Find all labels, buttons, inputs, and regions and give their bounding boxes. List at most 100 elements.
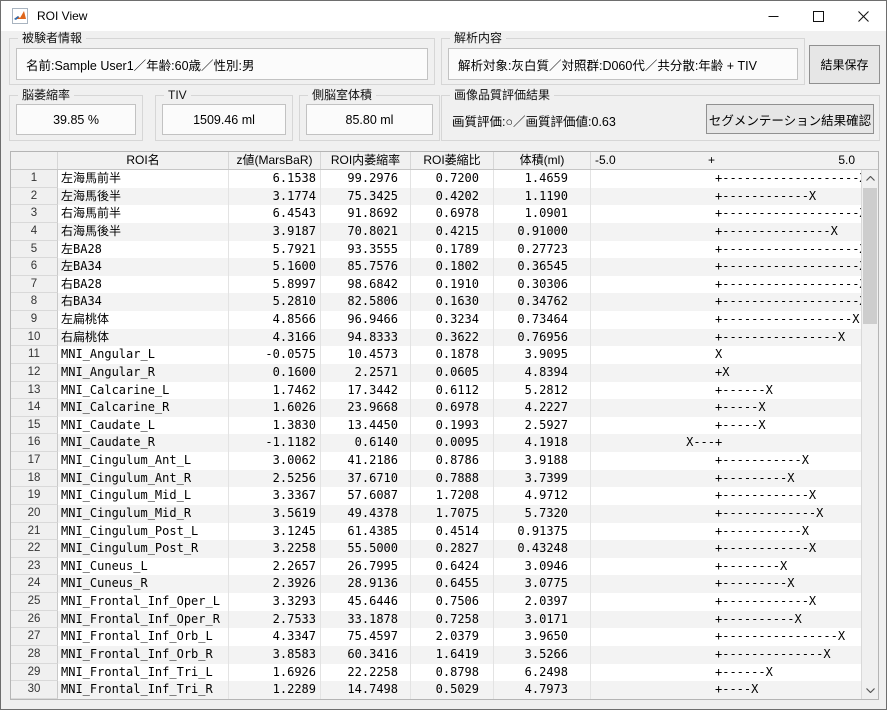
cell-roi-ratio[interactable]: 0.6978 (411, 205, 494, 223)
cell-roi-atrophy[interactable]: 55.5000 (321, 540, 411, 558)
table-row[interactable]: 13MNI_Calcarine_L1.746217.34420.61125.28… (11, 382, 861, 400)
cell-roi-name[interactable]: 右BA34 (58, 293, 229, 311)
cell-roi-ratio[interactable]: 0.3622 (411, 329, 494, 347)
cell-roi-atrophy[interactable]: 13.4450 (321, 417, 411, 435)
cell-z-value[interactable]: 3.8583 (229, 646, 321, 664)
cell-roi-name[interactable]: MNI_Frontal_Inf_Orb_R (58, 646, 229, 664)
table-row[interactable]: 23MNI_Cuneus_L2.265726.79950.64243.0946+… (11, 558, 861, 576)
table-row[interactable]: 10右扁桃体4.316694.83330.36220.76956+-------… (11, 329, 861, 347)
cell-volume[interactable]: 1.0901 (494, 205, 591, 223)
cell-volume[interactable]: 6.2498 (494, 664, 591, 682)
cell-roi-ratio[interactable]: 0.7888 (411, 470, 494, 488)
cell-z-value[interactable]: 2.7533 (229, 611, 321, 629)
table-row[interactable]: 8右BA345.281082.58060.16300.34762+-------… (11, 293, 861, 311)
cell-z-plot[interactable]: X---+ (591, 434, 861, 452)
cell-roi-name[interactable]: MNI_Cingulum_Ant_R (58, 470, 229, 488)
cell-z-value[interactable]: 2.3926 (229, 575, 321, 593)
table-row[interactable]: 18MNI_Cingulum_Ant_R2.525637.67100.78883… (11, 470, 861, 488)
cell-roi-ratio[interactable]: 0.5029 (411, 681, 494, 699)
cell-z-value[interactable]: -1.1182 (229, 434, 321, 452)
table-row[interactable]: 19MNI_Cingulum_Mid_L3.336757.60871.72084… (11, 487, 861, 505)
cell-volume[interactable]: 0.36545 (494, 258, 591, 276)
cell-z-plot[interactable]: +-------------------X (591, 170, 861, 188)
cell-roi-ratio[interactable]: 0.1993 (411, 417, 494, 435)
cell-row-number[interactable]: 20 (11, 505, 58, 523)
table-row[interactable]: 6左BA345.160085.75760.18020.36545+-------… (11, 258, 861, 276)
cell-volume[interactable]: 0.27723 (494, 241, 591, 259)
cell-roi-name[interactable]: MNI_Caudate_R (58, 434, 229, 452)
table-row[interactable]: 24MNI_Cuneus_R2.392628.91360.64553.0775+… (11, 575, 861, 593)
cell-z-value[interactable]: 4.3166 (229, 329, 321, 347)
cell-z-plot[interactable]: +------X (591, 664, 861, 682)
cell-z-plot[interactable]: +----------------X (591, 329, 861, 347)
cell-z-plot[interactable]: +-----------X (591, 452, 861, 470)
cell-row-number[interactable]: 15 (11, 417, 58, 435)
cell-row-number[interactable]: 30 (11, 681, 58, 699)
cell-roi-ratio[interactable]: 0.0605 (411, 364, 494, 382)
cell-z-value[interactable]: 5.7921 (229, 241, 321, 259)
cell-z-value[interactable]: 0.1600 (229, 364, 321, 382)
cell-z-plot[interactable]: +-----X (591, 417, 861, 435)
cell-roi-ratio[interactable]: 0.6424 (411, 558, 494, 576)
cell-row-number[interactable]: 29 (11, 664, 58, 682)
cell-z-plot[interactable]: +--------X (591, 558, 861, 576)
cell-row-number[interactable]: 6 (11, 258, 58, 276)
cell-volume[interactable]: 1.4659 (494, 170, 591, 188)
scrollbar-thumb[interactable] (863, 188, 877, 324)
cell-row-number[interactable]: 26 (11, 611, 58, 629)
cell-row-number[interactable]: 27 (11, 628, 58, 646)
cell-row-number[interactable]: 18 (11, 470, 58, 488)
cell-z-plot[interactable]: +------------------X (591, 311, 861, 329)
cell-volume[interactable]: 3.5266 (494, 646, 591, 664)
cell-roi-atrophy[interactable]: 10.4573 (321, 346, 411, 364)
cell-roi-name[interactable]: 右BA28 (58, 276, 229, 294)
cell-z-value[interactable]: 3.2258 (229, 540, 321, 558)
cell-row-number[interactable]: 13 (11, 382, 58, 400)
table-row[interactable]: 15MNI_Caudate_L1.383013.44500.19932.5927… (11, 417, 861, 435)
scroll-up-button[interactable] (862, 170, 878, 187)
cell-roi-ratio[interactable]: 0.4215 (411, 223, 494, 241)
cell-z-value[interactable]: 6.4543 (229, 205, 321, 223)
cell-row-number[interactable]: 12 (11, 364, 58, 382)
maximize-button[interactable] (796, 1, 841, 31)
cell-z-value[interactable]: 4.8566 (229, 311, 321, 329)
cell-roi-ratio[interactable]: 1.7208 (411, 487, 494, 505)
cell-z-value[interactable]: 3.0062 (229, 452, 321, 470)
table-row[interactable]: 26MNI_Frontal_Inf_Oper_R2.753333.18780.7… (11, 611, 861, 629)
cell-volume[interactable]: 4.1918 (494, 434, 591, 452)
cell-volume[interactable]: 3.9650 (494, 628, 591, 646)
cell-z-plot[interactable]: +X (591, 364, 861, 382)
cell-z-value[interactable]: 5.2810 (229, 293, 321, 311)
cell-row-number[interactable]: 1 (11, 170, 58, 188)
cell-z-plot[interactable]: +---------X (591, 575, 861, 593)
cell-row-number[interactable]: 25 (11, 593, 58, 611)
cell-row-number[interactable]: 16 (11, 434, 58, 452)
cell-z-plot[interactable]: X (591, 346, 861, 364)
cell-roi-name[interactable]: 左BA28 (58, 241, 229, 259)
cell-volume[interactable]: 1.1190 (494, 188, 591, 206)
cell-roi-ratio[interactable]: 0.3234 (411, 311, 494, 329)
table-row[interactable]: 1左海馬前半6.153899.29760.72001.4659+--------… (11, 170, 861, 188)
cell-roi-atrophy[interactable]: 85.7576 (321, 258, 411, 276)
cell-roi-atrophy[interactable]: 60.3416 (321, 646, 411, 664)
cell-z-plot[interactable]: +------------X (591, 540, 861, 558)
cell-roi-atrophy[interactable]: 45.6446 (321, 593, 411, 611)
table-row[interactable]: 21MNI_Cingulum_Post_L3.124561.43850.4514… (11, 523, 861, 541)
table-row[interactable]: 11MNI_Angular_L-0.057510.45730.18783.909… (11, 346, 861, 364)
cell-z-plot[interactable]: +-----------X (591, 523, 861, 541)
cell-z-value[interactable]: 3.5619 (229, 505, 321, 523)
cell-z-value[interactable]: 1.7462 (229, 382, 321, 400)
cell-z-plot[interactable]: +----X (591, 681, 861, 699)
cell-z-value[interactable]: -0.0575 (229, 346, 321, 364)
cell-roi-atrophy[interactable]: 94.8333 (321, 329, 411, 347)
table-row[interactable]: 12MNI_Angular_R0.16002.25710.06054.8394+… (11, 364, 861, 382)
cell-roi-atrophy[interactable]: 75.3425 (321, 188, 411, 206)
cell-z-plot[interactable]: +---------------X (591, 223, 861, 241)
cell-roi-name[interactable]: 右海馬後半 (58, 223, 229, 241)
cell-z-plot[interactable]: +------------X (591, 487, 861, 505)
cell-roi-ratio[interactable]: 0.1789 (411, 241, 494, 259)
cell-volume[interactable]: 0.76956 (494, 329, 591, 347)
cell-roi-name[interactable]: 左海馬前半 (58, 170, 229, 188)
cell-roi-name[interactable]: MNI_Frontal_Inf_Tri_L (58, 664, 229, 682)
cell-roi-atrophy[interactable]: 91.8692 (321, 205, 411, 223)
